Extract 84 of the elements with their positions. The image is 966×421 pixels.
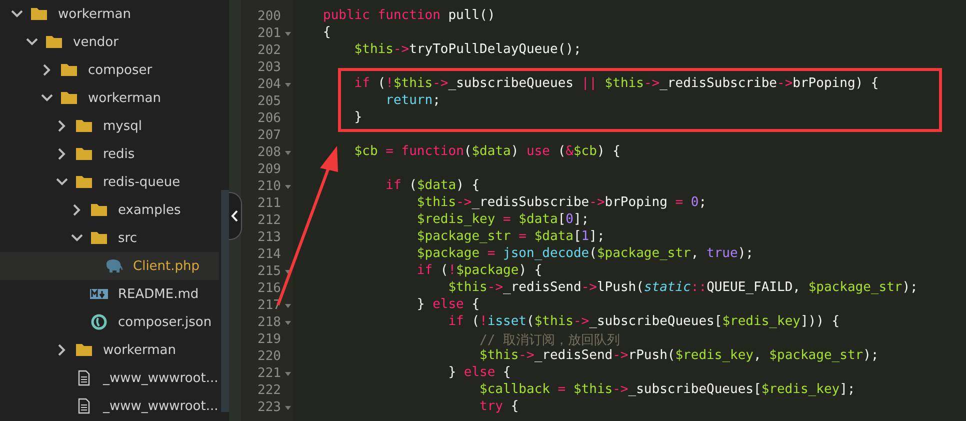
code-line: } else {	[416, 297, 481, 314]
code-line: // 取消订阅，放回队列	[478, 332, 622, 348]
line-number: 214	[256, 246, 282, 263]
code-line: $this->_redisSend->lPush(static::QUEUE_FAILD, $package_str);	[447, 280, 919, 297]
code-line: $cb = function($data) use (&$cb) {	[353, 144, 622, 161]
folder-icon	[30, 6, 48, 22]
code-line: {	[323, 25, 332, 42]
tree-item[interactable]: workerman	[0, 0, 219, 28]
tree-item[interactable]: redis	[0, 140, 219, 168]
code-line: $callback = $this->_subscribeQueues[$redis_key];	[478, 382, 856, 399]
code-line: if ($data) {	[384, 178, 481, 195]
folder-icon	[75, 342, 93, 358]
line-number: 208	[241, 144, 293, 161]
folder-icon	[75, 146, 93, 162]
code-line: if (!$this->_subscribeQueues || $this->_redisSubscribe->brPoping) {	[353, 76, 880, 93]
line-number: 204	[241, 76, 293, 93]
fold-icon[interactable]	[285, 32, 291, 36]
code-line: $this->tryToPullDelayQueue();	[353, 42, 582, 59]
code-line: public function pull()	[323, 8, 496, 25]
line-number: 213	[256, 229, 282, 246]
line-number: 203	[256, 59, 282, 76]
line-number: 206	[256, 110, 282, 127]
code-line: $package = json_decode($package_str, true);	[416, 246, 754, 263]
fold-icon[interactable]	[285, 304, 291, 308]
tree-item[interactable]: redis-queue	[0, 168, 219, 196]
tree-item[interactable]: Client.php	[0, 252, 219, 280]
tree-item[interactable]: src	[0, 224, 219, 252]
code-line: $redis_key = $data[0];	[416, 212, 590, 229]
fold-icon[interactable]	[285, 185, 291, 189]
line-number: 223	[241, 399, 293, 416]
markdown-icon	[90, 286, 108, 302]
fold-icon[interactable]	[285, 83, 291, 87]
line-number: 200	[256, 8, 282, 25]
line-number: 220	[256, 348, 282, 365]
fold-icon[interactable]	[285, 406, 291, 410]
line-number: 207	[256, 127, 282, 144]
fold-icon[interactable]	[285, 151, 291, 155]
tree-item[interactable]: workerman	[0, 336, 219, 364]
code-line: }	[353, 110, 364, 127]
folder-icon	[75, 118, 93, 134]
folder-icon	[90, 230, 108, 246]
folder-icon	[60, 62, 78, 78]
folder-icon	[45, 34, 63, 50]
fold-icon[interactable]	[285, 270, 291, 274]
line-number: 201	[241, 25, 293, 42]
elephant-icon	[105, 258, 123, 274]
code-line: if (!isset($this->_subscribeQueues[$redis_key])) {	[447, 314, 841, 331]
line-number: 202	[256, 42, 282, 59]
line-number: 215	[241, 263, 293, 280]
tree-item[interactable]: README.md	[0, 280, 219, 308]
tree-item[interactable]: composer	[0, 56, 219, 84]
line-number: 218	[241, 314, 293, 331]
fold-icon[interactable]	[285, 372, 291, 376]
code-line: if (!$package) {	[416, 263, 544, 280]
line-number: 205	[256, 93, 282, 110]
code-line: $this->_redisSend->rPush($redis_key, $package_str);	[478, 348, 880, 365]
tree-item[interactable]: vendor	[0, 28, 219, 56]
line-number: 222	[256, 382, 282, 399]
code-line: return;	[384, 93, 442, 110]
tree-item[interactable]: workerman	[0, 84, 219, 112]
scrollbar[interactable]	[221, 190, 229, 412]
line-number: 221	[241, 365, 293, 382]
line-number: 216	[256, 280, 282, 297]
tree-item[interactable]: _www_wwwroot...	[0, 364, 219, 392]
folder-icon	[90, 202, 108, 218]
folder-icon	[75, 174, 93, 190]
collapse-sidebar-button[interactable]	[229, 192, 242, 240]
code-line: $this->_redisSubscribe->brPoping = 0;	[416, 195, 708, 212]
tree-item[interactable]: examples	[0, 196, 219, 224]
line-number: 210	[241, 178, 293, 195]
code-line: $package_str = $data[1];	[416, 229, 606, 246]
ring-icon	[90, 314, 108, 330]
line-number: 209	[256, 161, 282, 178]
code-line: } else {	[447, 365, 512, 382]
line-number: 211	[256, 195, 282, 212]
line-number: 212	[256, 212, 282, 229]
line-number: 219	[256, 331, 282, 348]
code-line: try {	[478, 399, 520, 416]
tree-item[interactable]: _www_wwwroot...	[0, 392, 219, 420]
chevron-left-icon	[231, 210, 239, 222]
tree-item[interactable]: mysql	[0, 112, 219, 140]
folder-icon	[60, 90, 78, 106]
tree-item[interactable]: composer.json	[0, 308, 219, 336]
fold-icon[interactable]	[285, 321, 291, 325]
